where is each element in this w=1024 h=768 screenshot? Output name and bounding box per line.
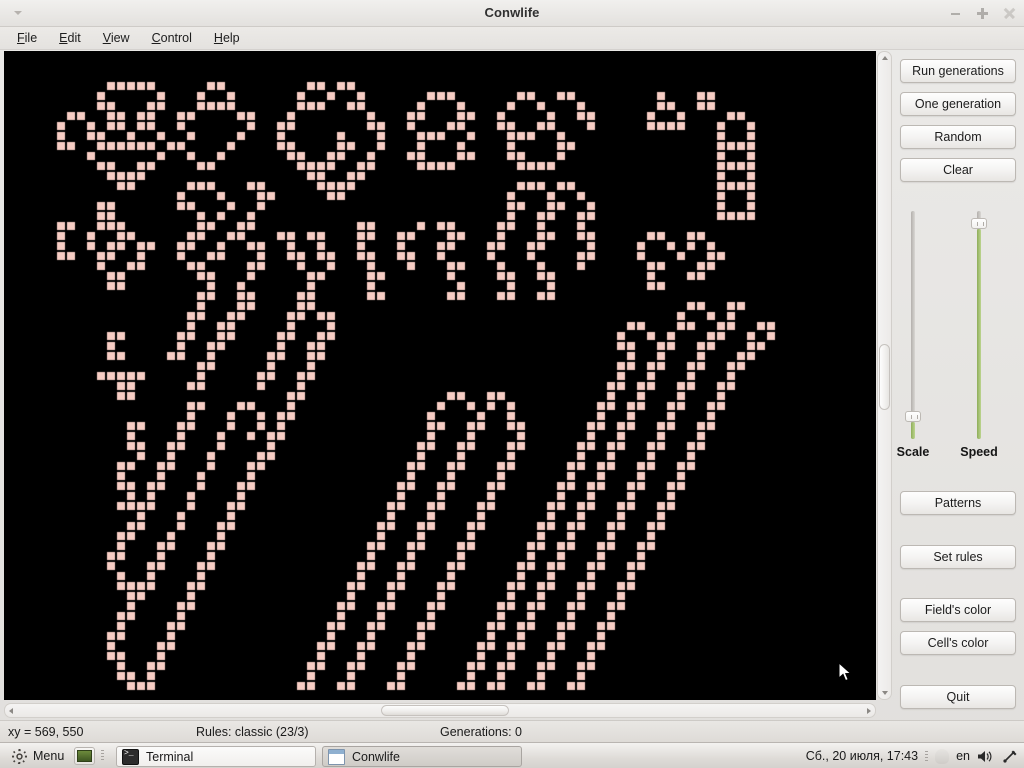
scroll-up-icon[interactable] [882,56,888,60]
bluetooth-icon[interactable] [1001,749,1018,764]
menu-control[interactable]: Control [145,29,199,47]
terminal-icon [122,748,139,765]
start-menu-button[interactable]: Menu [6,745,70,767]
language-indicator[interactable]: en [956,749,970,763]
menu-mnemonic: E [59,31,68,45]
task-button-conwlife[interactable]: Conwlife [322,746,522,767]
start-menu-label: Menu [33,749,65,763]
patterns-button[interactable]: Patterns [900,491,1016,515]
menu-label-rest: ile [24,31,38,45]
status-coordinates: xy = 569, 550 [8,725,84,739]
slider-fill [911,421,915,439]
quit-button[interactable]: Quit [900,685,1016,709]
scroll-right-icon[interactable] [867,708,871,714]
field-container [4,51,892,718]
field-color-button[interactable]: Field's color [900,598,1016,622]
scale-slider-label: Scale [896,445,930,459]
slider-handle[interactable] [905,410,921,422]
menu-file[interactable]: File [10,29,44,47]
menu-help[interactable]: Help [207,29,247,47]
slider-handle[interactable] [971,217,987,229]
scroll-left-icon[interactable] [9,708,13,714]
control-panel: Run generations One generation Random Clear… [894,49,1024,720]
maximize-icon[interactable] [976,7,989,20]
window-icon [328,748,345,765]
window-title: Conwlife [484,5,540,20]
clear-button[interactable]: Clear [900,158,1016,182]
life-field[interactable] [4,51,876,700]
menu-edit[interactable]: Edit [52,29,88,47]
menu-label-rest: ontrol [160,31,192,45]
clock[interactable]: Сб., 20 июля, 17:43 [806,749,918,763]
task-button-conwlife-label: Conwlife [352,749,400,764]
menu-bar: File Edit View Control Help [0,27,1024,50]
speed-slider[interactable] [966,211,992,439]
scale-slider[interactable] [900,211,926,439]
slider-fill [977,228,981,439]
set-rules-button[interactable]: Set rules [900,545,1016,569]
menu-label-rest: iew [110,31,130,45]
desktop: Conwlife File Edit View Control Help Run… [0,0,1024,768]
taskbar-grip-handle[interactable] [101,750,104,762]
cell-color-button[interactable]: Cell's color [900,631,1016,655]
close-icon[interactable] [1003,7,1016,20]
life-canvas[interactable] [4,51,876,700]
minimize-icon[interactable] [949,7,962,20]
tray-status-icon[interactable] [935,748,950,764]
menu-label-rest: elp [222,31,240,45]
system-tray: Сб., 20 июля, 17:43 en [806,743,1018,768]
random-button[interactable]: Random [900,125,1016,149]
status-generations: Generations: 0 [440,725,522,739]
taskbar: Menu Terminal Conwlife Сб., 20 июля, 17:… [0,742,1024,768]
run-generations-button[interactable]: Run generations [900,59,1016,83]
horizontal-scrollbar[interactable] [4,703,876,718]
volume-icon[interactable] [977,749,994,764]
menu-mnemonic: V [102,31,111,45]
one-generation-button[interactable]: One generation [900,92,1016,116]
menu-mnemonic: C [151,31,161,45]
status-bar: xy = 569, 550 Rules: classic (23/3) Gene… [0,720,1024,742]
menu-label-rest: dit [67,31,81,45]
conwlife-window: Conwlife File Edit View Control Help Run… [0,0,1024,742]
task-button-terminal[interactable]: Terminal [116,746,316,767]
speed-slider-label: Speed [960,445,998,459]
menu-view[interactable]: View [96,29,137,47]
window-controls [949,0,1016,26]
tray-grip-handle[interactable] [925,750,929,762]
gear-icon [12,748,27,764]
show-desktop-button[interactable] [74,747,95,765]
status-rules: Rules: classic (23/3) [196,725,309,739]
scroll-down-icon[interactable] [882,691,888,695]
menu-mnemonic: H [213,31,223,45]
title-bar: Conwlife [0,0,1024,27]
task-button-terminal-label: Terminal [146,749,194,764]
main-area: Run generations One generation Random Clear… [0,49,1024,720]
vertical-scroll-thumb[interactable] [879,344,890,410]
vertical-scrollbar[interactable] [877,51,892,700]
horizontal-scroll-thumb[interactable] [381,705,509,716]
slider-track[interactable] [911,211,915,439]
menu-mnemonic: F [17,31,25,45]
